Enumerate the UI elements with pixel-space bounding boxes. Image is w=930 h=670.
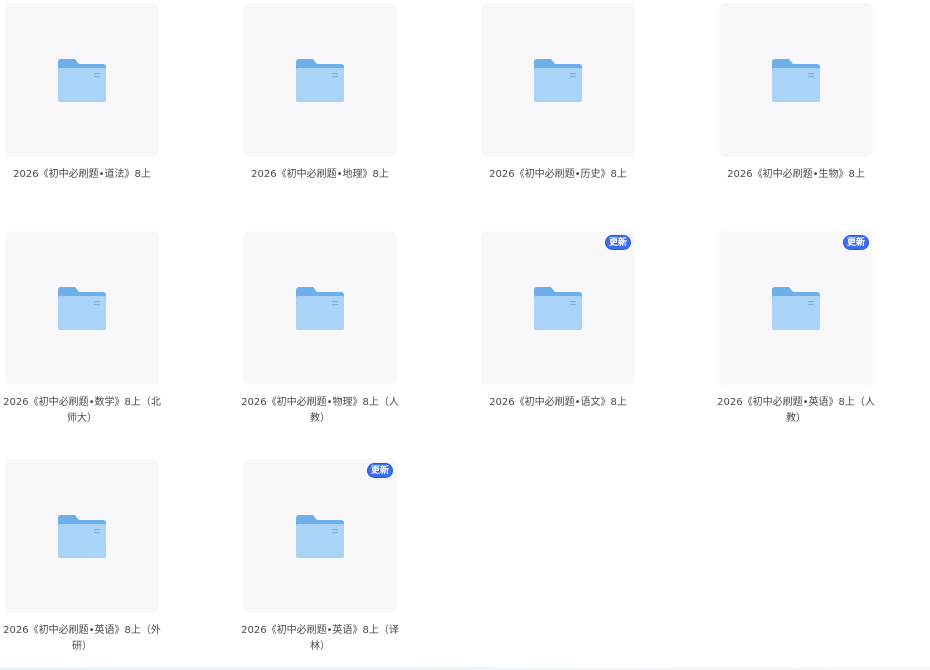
folder-thumbnail[interactable] xyxy=(481,3,635,157)
folder-item[interactable]: 2026《初中必刷题•道法》8上 xyxy=(2,3,162,183)
folder-icon xyxy=(296,287,344,330)
folder-thumbnail[interactable] xyxy=(5,3,159,157)
folder-item[interactable]: 2026《初中必刷题•生物》8上 xyxy=(716,3,876,183)
folder-icon xyxy=(58,287,106,330)
folder-icon xyxy=(772,287,820,330)
folder-thumbnail[interactable] xyxy=(5,231,159,385)
folder-name[interactable]: 2026《初中必刷题•地理》8上 xyxy=(240,167,400,183)
folder-item[interactable]: 更新 2026《初中必刷题•英语》8上（译林） xyxy=(240,459,400,655)
folder-icon xyxy=(534,59,582,102)
folder-name[interactable]: 2026《初中必刷题•语文》8上 xyxy=(478,395,638,411)
folder-thumbnail[interactable]: 更新 xyxy=(243,459,397,613)
folder-icon xyxy=(296,59,344,102)
folder-icon xyxy=(58,59,106,102)
folder-item[interactable]: 2026《初中必刷题•数学》8上（北师大） xyxy=(2,231,162,427)
folder-thumbnail[interactable] xyxy=(243,231,397,385)
folder-thumbnail[interactable] xyxy=(243,3,397,157)
folder-name[interactable]: 2026《初中必刷题•英语》8上（人教） xyxy=(716,395,876,427)
folder-name[interactable]: 2026《初中必刷题•物理》8上（人教） xyxy=(240,395,400,427)
folder-name[interactable]: 2026《初中必刷题•历史》8上 xyxy=(478,167,638,183)
folder-name[interactable]: 2026《初中必刷题•英语》8上（外研） xyxy=(2,623,162,655)
folder-item[interactable]: 更新 2026《初中必刷题•英语》8上（人教） xyxy=(716,231,876,427)
folder-icon xyxy=(772,59,820,102)
folder-thumbnail[interactable]: 更新 xyxy=(719,231,873,385)
folder-thumbnail[interactable] xyxy=(5,459,159,613)
update-badge: 更新 xyxy=(842,235,869,250)
folder-thumbnail[interactable]: 更新 xyxy=(481,231,635,385)
folder-name[interactable]: 2026《初中必刷题•数学》8上（北师大） xyxy=(2,395,162,427)
folder-icon xyxy=(296,515,344,558)
update-badge: 更新 xyxy=(366,463,393,478)
folder-icon xyxy=(58,515,106,558)
folder-item[interactable]: 2026《初中必刷题•历史》8上 xyxy=(478,3,638,183)
folder-icon xyxy=(534,287,582,330)
folder-name[interactable]: 2026《初中必刷题•英语》8上（译林） xyxy=(240,623,400,655)
folder-item[interactable]: 2026《初中必刷题•英语》8上（外研） xyxy=(2,459,162,655)
folder-name[interactable]: 2026《初中必刷题•生物》8上 xyxy=(716,167,876,183)
folder-item[interactable]: 更新 2026《初中必刷题•语文》8上 xyxy=(478,231,638,411)
folder-thumbnail[interactable] xyxy=(719,3,873,157)
folder-item[interactable]: 2026《初中必刷题•物理》8上（人教） xyxy=(240,231,400,427)
folder-item[interactable]: 2026《初中必刷题•地理》8上 xyxy=(240,3,400,183)
file-grid: 2026《初中必刷题•道法》8上 2026《初中必刷题•地理》8上 2026《初… xyxy=(0,0,930,670)
update-badge: 更新 xyxy=(604,235,631,250)
folder-name[interactable]: 2026《初中必刷题•道法》8上 xyxy=(2,167,162,183)
